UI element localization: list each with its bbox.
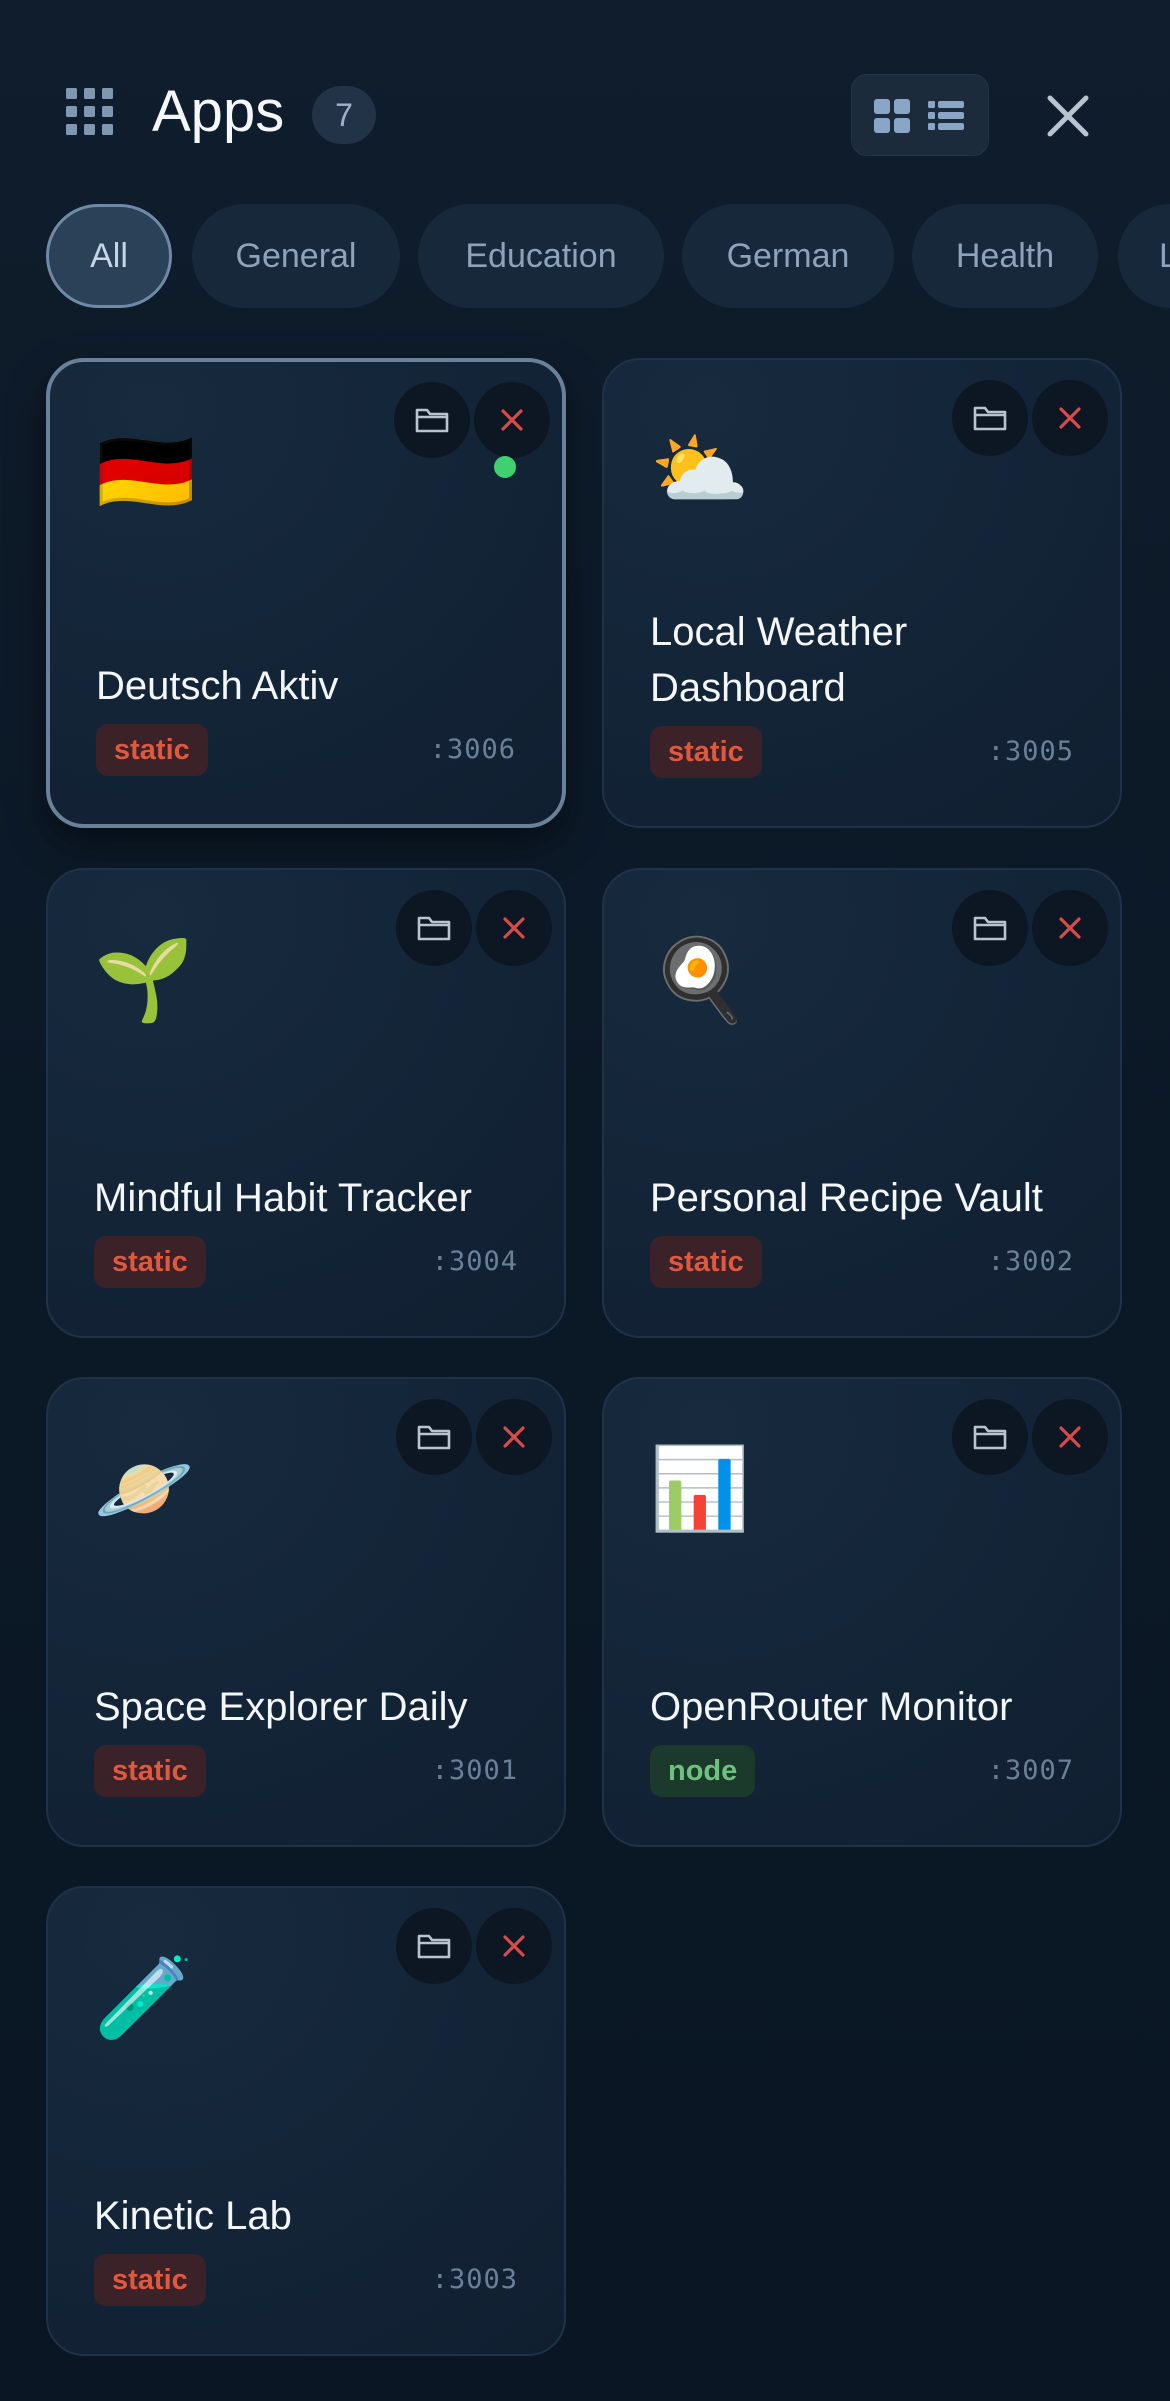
open-folder-button[interactable] xyxy=(952,890,1028,966)
delete-app-button[interactable] xyxy=(476,1908,552,1984)
app-name: Personal Recipe Vault xyxy=(650,1176,1043,1220)
app-type-badge: static xyxy=(650,726,762,778)
open-folder-button[interactable] xyxy=(396,1399,472,1475)
german-flag-icon: 🇩🇪 xyxy=(96,427,196,516)
app-name: Space Explorer Daily xyxy=(94,1685,468,1729)
folder-icon xyxy=(417,1934,451,1959)
app-port: :3006 xyxy=(429,734,516,765)
app-name: Mindful Habit Tracker xyxy=(94,1176,472,1220)
app-card[interactable]: 🍳 Personal Recipe Vault static :3002 xyxy=(602,868,1122,1338)
filter-chip-health[interactable]: Health xyxy=(912,204,1098,308)
app-port: :3004 xyxy=(431,1246,518,1277)
app-type-badge: static xyxy=(94,1745,206,1797)
app-port: :3005 xyxy=(987,736,1074,767)
app-card[interactable]: 📊 OpenRouter Monitor node :3007 xyxy=(602,1377,1122,1847)
app-port: :3001 xyxy=(431,1755,518,1786)
delete-app-button[interactable] xyxy=(1032,890,1108,966)
filter-chip-general[interactable]: General xyxy=(192,204,400,308)
app-card[interactable]: 🪐 Space Explorer Daily static :3001 xyxy=(46,1377,566,1847)
delete-app-button[interactable] xyxy=(1032,1399,1108,1475)
app-name: Deutsch Aktiv xyxy=(96,664,339,708)
seedling-icon: 🌱 xyxy=(94,935,194,1024)
filter-chip-all[interactable]: All xyxy=(46,204,172,308)
app-name: OpenRouter Monitor xyxy=(650,1685,1013,1729)
running-status-dot xyxy=(494,456,516,478)
filter-chip-partial[interactable]: L xyxy=(1118,204,1170,308)
folder-icon xyxy=(973,916,1007,941)
cooking-icon: 🍳 xyxy=(650,935,750,1024)
folder-icon xyxy=(417,916,451,941)
open-folder-button[interactable] xyxy=(394,382,470,458)
delete-app-button[interactable] xyxy=(476,890,552,966)
delete-app-button[interactable] xyxy=(476,1399,552,1475)
grid-view-icon[interactable] xyxy=(874,99,910,133)
app-port: :3002 xyxy=(987,1246,1074,1277)
app-name: Local Weather Dashboard xyxy=(650,610,908,710)
app-card[interactable]: ⛅ Local Weather Dashboard static :3005 xyxy=(602,358,1122,828)
close-icon xyxy=(1059,1426,1081,1448)
app-type-badge: static xyxy=(96,724,208,776)
app-type-badge: static xyxy=(94,2254,206,2306)
open-folder-button[interactable] xyxy=(396,1908,472,1984)
close-icon xyxy=(501,409,523,431)
close-icon xyxy=(1059,407,1081,429)
grid-icon[interactable] xyxy=(66,88,114,136)
close-icon xyxy=(503,1935,525,1957)
open-folder-button[interactable] xyxy=(952,1399,1028,1475)
view-toggle xyxy=(851,74,989,156)
list-view-icon[interactable] xyxy=(928,99,964,133)
page-title: Apps xyxy=(152,79,285,144)
delete-app-button[interactable] xyxy=(1032,380,1108,456)
app-port: :3003 xyxy=(431,2264,518,2295)
close-icon xyxy=(1059,917,1081,939)
app-name: Kinetic Lab xyxy=(94,2194,292,2238)
app-type-badge: static xyxy=(650,1236,762,1288)
app-count-badge: 7 xyxy=(312,86,376,144)
bar-chart-icon: 📊 xyxy=(650,1444,750,1533)
open-folder-button[interactable] xyxy=(952,380,1028,456)
category-filter-bar: All General Education German Health L xyxy=(0,204,1170,316)
folder-icon xyxy=(417,1425,451,1450)
app-type-badge: node xyxy=(650,1745,756,1797)
weather-icon: ⛅ xyxy=(650,425,750,514)
app-card[interactable]: 🧪 Kinetic Lab static :3003 xyxy=(46,1886,566,2356)
test-tube-icon: 🧪 xyxy=(94,1953,194,2042)
folder-icon xyxy=(973,406,1007,431)
close-icon[interactable] xyxy=(1040,88,1096,144)
close-icon xyxy=(503,1426,525,1448)
close-icon xyxy=(503,917,525,939)
open-folder-button[interactable] xyxy=(396,890,472,966)
header: Apps 7 xyxy=(0,0,1170,190)
app-card[interactable]: 🇩🇪 Deutsch Aktiv static :3006 xyxy=(46,358,566,828)
filter-chip-german[interactable]: German xyxy=(682,204,894,308)
app-card[interactable]: 🌱 Mindful Habit Tracker static :3004 xyxy=(46,868,566,1338)
app-port: :3007 xyxy=(987,1755,1074,1786)
planet-icon: 🪐 xyxy=(94,1444,194,1533)
folder-icon xyxy=(415,408,449,433)
folder-icon xyxy=(973,1425,1007,1450)
app-type-badge: static xyxy=(94,1236,206,1288)
filter-chip-education[interactable]: Education xyxy=(418,204,664,308)
delete-app-button[interactable] xyxy=(474,382,550,458)
